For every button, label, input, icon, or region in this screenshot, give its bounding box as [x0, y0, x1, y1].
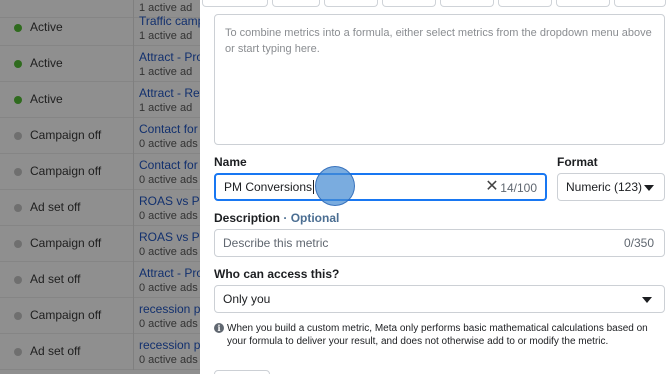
table-row: Active Traffic camp 1 active ad	[0, 10, 200, 46]
status-cell: Ad set off	[0, 334, 133, 370]
campaign-name-link: Contact for c	[139, 158, 200, 172]
status-dot-icon	[14, 348, 22, 356]
metric-tab[interactable]	[202, 0, 268, 7]
operator-button[interactable]	[556, 0, 610, 7]
status-cell: Ad set off	[0, 262, 133, 298]
status-cell: Campaign off	[0, 226, 133, 262]
operator-button[interactable]	[382, 0, 436, 7]
close-icon[interactable]: ✕	[484, 178, 500, 196]
status-label: Campaign off	[30, 164, 102, 178]
status-label: Campaign off	[30, 236, 102, 250]
operator-button[interactable]	[324, 0, 378, 7]
dialog-footer-button[interactable]	[214, 370, 270, 374]
active-ads-count: 0 active ads	[139, 138, 198, 150]
custom-metric-dialog: To combine metrics into a formula, eithe…	[200, 0, 670, 374]
format-dropdown[interactable]: Numeric (123)	[557, 173, 665, 201]
status-label: Ad set off	[30, 200, 81, 214]
campaign-name-link: Attract - Pros	[139, 266, 200, 280]
campaign-name-link: recession pr	[139, 338, 200, 352]
table-row: Ad set off ROAS vs PO 0 active ads	[0, 190, 200, 226]
name-input-value: PM Conversions	[224, 180, 315, 194]
format-label: Format	[557, 155, 598, 169]
status-cell: Campaign off	[0, 154, 133, 190]
table-row: Ad set off Attract - Pros 0 active ads	[0, 262, 200, 298]
table-row: Ad set off recession pr 0 active ads	[0, 334, 200, 370]
formula-textarea[interactable]: To combine metrics into a formula, eithe…	[214, 14, 665, 145]
access-selected-value: Only you	[223, 292, 271, 306]
campaign-name-link: Attract - Reta	[139, 86, 200, 100]
formula-placeholder: To combine metrics into a formula, eithe…	[225, 27, 652, 55]
campaign-name-link: ROAS vs PO	[139, 230, 200, 244]
chevron-down-icon	[642, 297, 652, 303]
table-row: Active Attract - Pros 1 active ad	[0, 46, 200, 82]
chevron-down-icon	[644, 185, 654, 191]
status-cell: Campaign off	[0, 298, 133, 334]
operator-button[interactable]	[614, 0, 666, 7]
operator-button[interactable]	[440, 0, 494, 7]
background-campaign-table: 1 active ad Active Traffic camp 1 active…	[0, 0, 200, 374]
table-row: Campaign off recession pr 0 active ads	[0, 298, 200, 334]
name-input[interactable]: PM Conversions ✕ 14/100	[214, 173, 547, 201]
status-label: Campaign off	[30, 128, 102, 142]
active-ads-count: 0 active ads	[139, 210, 198, 222]
status-cell: Active	[0, 82, 133, 118]
status-dot-icon	[14, 60, 22, 68]
status-dot-icon	[14, 132, 22, 140]
description-char-count: 0/350	[623, 236, 654, 250]
description-input[interactable]: Describe this metric 0/350	[214, 229, 665, 257]
active-ads-count: 1 active ad	[139, 102, 193, 114]
status-dot-icon	[14, 312, 22, 320]
campaign-name-link: recession pr	[139, 302, 200, 316]
active-ads-count: 0 active ads	[139, 282, 198, 294]
campaign-name-link: Traffic camp	[139, 14, 200, 28]
description-placeholder: Describe this metric	[223, 236, 329, 250]
campaign-name-link: Attract - Pros	[139, 50, 200, 64]
status-dot-icon	[14, 276, 22, 284]
table-row: Campaign off Contact for c 0 active ads	[0, 118, 200, 154]
status-dot-icon	[14, 168, 22, 176]
description-label: Description · Optional	[214, 211, 340, 225]
active-ads-count: 0 active ads	[139, 246, 198, 258]
status-dot-icon	[14, 24, 22, 32]
active-ads-count: 1 active ad	[139, 30, 193, 42]
info-icon: i	[214, 323, 224, 333]
info-text: When you build a custom metric, Meta onl…	[227, 323, 648, 347]
operator-button[interactable]	[498, 0, 552, 7]
status-label: Ad set off	[30, 344, 81, 358]
status-cell: Active	[0, 10, 133, 46]
status-dot-icon	[14, 204, 22, 212]
active-ads-count: 0 active ads	[139, 174, 198, 186]
status-cell: Ad set off	[0, 190, 133, 226]
campaign-name-link: ROAS vs PO	[139, 194, 200, 208]
active-ads-count: 0 active ads	[139, 354, 198, 366]
table-row: Campaign off ROAS vs PO 0 active ads	[0, 226, 200, 262]
format-selected-value: Numeric (123)	[566, 180, 643, 194]
status-cell: Campaign off	[0, 118, 133, 154]
table-row: Active Attract - Reta 1 active ad	[0, 82, 200, 118]
status-dot-icon	[14, 240, 22, 248]
operator-button[interactable]	[272, 0, 320, 7]
status-label: Ad set off	[30, 272, 81, 286]
access-dropdown[interactable]: Only you	[214, 285, 665, 313]
status-dot-icon	[14, 96, 22, 104]
name-label: Name	[214, 155, 247, 169]
status-label: Active	[30, 56, 63, 70]
optional-tag: Optional	[290, 211, 340, 225]
status-label: Active	[30, 20, 63, 34]
status-label: Active	[30, 92, 63, 106]
name-char-count: 14/100	[500, 181, 537, 195]
status-label: Campaign off	[30, 308, 102, 322]
campaign-name-link: Contact for c	[139, 122, 200, 136]
table-row: Campaign off Contact for c 0 active ads	[0, 154, 200, 190]
status-cell: Active	[0, 46, 133, 82]
text-caret	[313, 180, 315, 194]
active-ads-count: 1 active ad	[139, 66, 193, 78]
active-ads-count: 0 active ads	[139, 318, 198, 330]
access-label: Who can access this?	[214, 267, 340, 281]
